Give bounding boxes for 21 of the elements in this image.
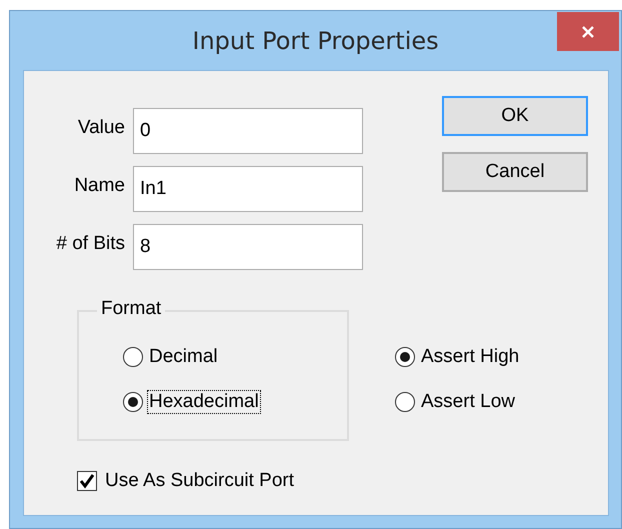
radio-button[interactable] (395, 347, 415, 367)
close-icon (581, 24, 595, 38)
field-label: # of Bits (55, 233, 126, 255)
input-field[interactable]: 8 (133, 224, 363, 270)
field-label: Name (73, 175, 126, 197)
radio-label: Hexadecimal (147, 390, 261, 414)
cancel-button[interactable]: Cancel (442, 152, 588, 192)
field-label: Value (76, 117, 126, 139)
radio-button[interactable] (395, 392, 415, 412)
radio-label: Assert Low (420, 390, 516, 414)
input-field[interactable]: In1 (133, 166, 363, 212)
window-title: Input Port Properties (192, 26, 439, 54)
checkbox[interactable] (77, 471, 97, 491)
ok-button[interactable]: OK (442, 96, 588, 136)
radio-button[interactable] (123, 347, 143, 367)
radio-button[interactable] (123, 392, 143, 412)
close-button[interactable] (557, 12, 619, 51)
input-field[interactable]: 0 (133, 108, 363, 154)
radio-label: Assert High (420, 345, 520, 369)
radio-label: Decimal (148, 345, 219, 369)
checkbox-label: Use As Subcircuit Port (104, 469, 296, 493)
